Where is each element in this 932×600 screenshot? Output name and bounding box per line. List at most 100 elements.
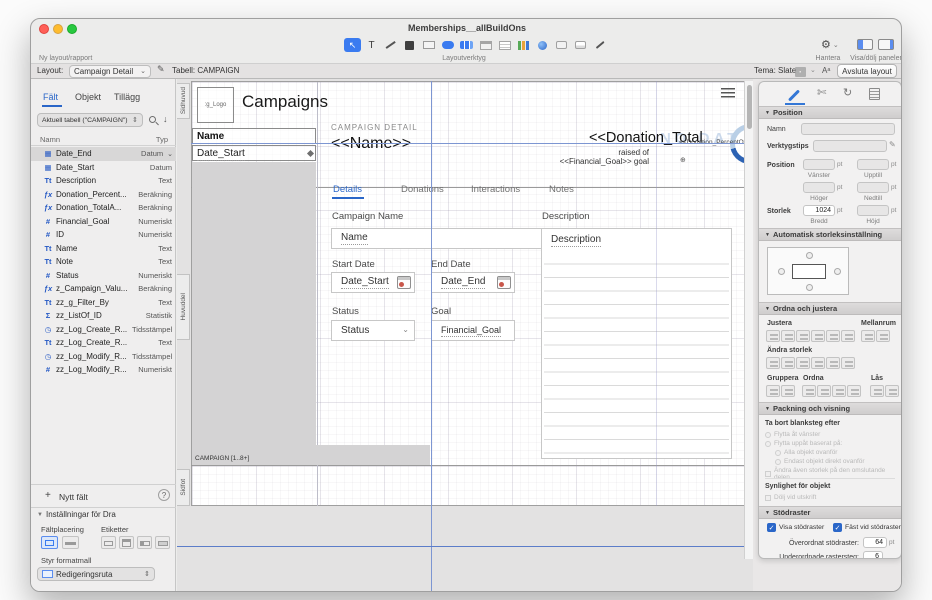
vertical-guide[interactable] [431, 81, 432, 592]
selection-tool[interactable]: ↖ [344, 38, 361, 52]
status-dropdown-field[interactable]: Status ⌄ [331, 320, 415, 341]
field-row[interactable]: ƒxDonation_Percent...Beräkning [31, 188, 176, 202]
label-above-button[interactable] [101, 536, 116, 549]
field-row[interactable]: #StatusNumeriskt [31, 269, 176, 283]
portal-tool[interactable] [496, 38, 513, 52]
field-row[interactable]: Σzz_ListOf_IDStatistik [31, 309, 176, 323]
field-row[interactable]: ▦Date_StartDatum [31, 161, 176, 175]
field-row[interactable]: ◷zz_Log_Modify_R...Tidsstämpel [31, 350, 176, 364]
field-row[interactable]: #zz_Log_Modify_R...Numeriskt [31, 363, 176, 377]
inspector-tab-data[interactable]: ↻ [843, 86, 852, 99]
field-row[interactable]: Ttzz_Log_Create_R...Text [31, 336, 176, 350]
campaign-name-label[interactable]: Campaign Name [332, 211, 403, 222]
tab-addons[interactable]: Tillägg [114, 92, 140, 102]
field-row[interactable]: Ttzz_g_Filter_ByText [31, 296, 176, 310]
calendar-picker-icon[interactable] [397, 276, 411, 289]
resize-button[interactable] [796, 357, 810, 369]
popover-tool[interactable] [553, 38, 570, 52]
table-occurrence-selector[interactable]: Aktuell tabell ("CAMPAIGN") ⇕ [37, 113, 143, 127]
minor-grid-input[interactable]: 6 [863, 551, 883, 559]
tab-fields[interactable]: Fält [43, 92, 58, 102]
inspector-tab-position[interactable] [787, 88, 803, 102]
pencil-icon[interactable]: ✎ [889, 140, 896, 149]
end-date-field[interactable]: Date_End [431, 272, 515, 293]
anchor-top-toggle[interactable] [806, 252, 813, 259]
end-date-label[interactable]: End Date [431, 259, 471, 270]
field-row[interactable]: TtNameText [31, 242, 176, 256]
unlock-button[interactable] [885, 385, 899, 397]
field-row[interactable]: ▦Date_EndDatum⌄ [31, 147, 176, 161]
raised-of-goal-text[interactable]: raised of <<Financial_Goal>> goal [549, 148, 649, 166]
major-grid-input[interactable]: 64 [863, 537, 887, 548]
detail-eyebrow-text[interactable]: CAMPAIGN DETAIL [331, 123, 418, 132]
resize-anchor[interactable] [307, 150, 314, 157]
position-bottom-input[interactable] [857, 182, 889, 193]
order-button[interactable] [847, 385, 861, 397]
position-left-input[interactable] [803, 159, 835, 170]
layout-canvas[interactable]: Sidhuvud Huvuddel Sidfot :g_Logo Campaig… [177, 79, 753, 592]
width-input[interactable]: 1024 [803, 205, 835, 216]
body-part-boundary[interactable] [191, 465, 746, 466]
sliding-option[interactable]: Flytta åt vänster [765, 431, 820, 438]
tab-objects[interactable]: Objekt [75, 92, 101, 102]
align-button[interactable] [781, 330, 795, 342]
campaigns-title-text[interactable]: Campaigns [242, 92, 328, 112]
field-tool[interactable] [420, 38, 437, 52]
anchor-right-toggle[interactable] [834, 268, 841, 275]
resize-button[interactable] [826, 357, 840, 369]
show-grid-checkbox[interactable]: ✓Visa stödraster [767, 523, 824, 532]
section-sliding-header[interactable]: ▼Packning och visning [759, 402, 901, 415]
tab-notes[interactable]: Notes [549, 184, 574, 195]
lock-button[interactable] [870, 385, 884, 397]
description-label[interactable]: Description [542, 211, 590, 222]
part-tab-footer[interactable]: Sidfot [177, 469, 190, 506]
field-row[interactable]: ◷zz_Log_Create_R...Tidsstämpel [31, 323, 176, 337]
line-tool[interactable] [382, 38, 399, 52]
section-position-header[interactable]: ▼Position [759, 106, 901, 119]
plus-icon[interactable]: + [45, 490, 51, 501]
resize-button[interactable] [841, 357, 855, 369]
position-right-input[interactable] [803, 182, 835, 193]
goal-label[interactable]: Goal [431, 306, 451, 317]
sliding-option[interactable]: Endast objekt direkt ovanför [775, 458, 865, 465]
toggle-left-panel-button[interactable] [857, 39, 873, 50]
description-field[interactable]: Description [541, 228, 732, 459]
toggle-right-panel-button[interactable] [878, 39, 894, 50]
button-tool[interactable] [439, 38, 456, 52]
field-row[interactable]: TtDescriptionText [31, 174, 176, 188]
section-autosize-header[interactable]: ▼Automatisk storleksinställning [759, 228, 901, 241]
tooltip-input[interactable] [813, 140, 887, 152]
vertical-scrollbar[interactable] [744, 81, 753, 559]
horizontal-guide-bottom[interactable] [177, 546, 753, 547]
group-button[interactable] [766, 385, 780, 397]
text-tool[interactable]: T [363, 38, 380, 52]
edit-layout-pencil-icon[interactable]: ✎ [157, 65, 165, 75]
format-painter-tool[interactable] [591, 38, 608, 52]
button-bar-tool[interactable] [458, 38, 475, 52]
style-selector[interactable]: Redigeringsruta ⇕ [37, 567, 155, 581]
exit-layout-button[interactable]: Avsluta layout [837, 64, 897, 78]
theme-grid-icon[interactable] [795, 67, 806, 77]
tab-details[interactable]: Details [333, 184, 362, 195]
align-button[interactable] [826, 330, 840, 342]
scrollbar-thumb[interactable] [747, 85, 752, 129]
align-button[interactable] [766, 330, 780, 342]
hamburger-menu-icon[interactable] [721, 88, 735, 98]
ungroup-button[interactable] [781, 385, 795, 397]
new-field-button[interactable]: Nytt fält [59, 492, 88, 502]
field-row[interactable]: #IDNumeriskt [31, 228, 176, 242]
start-date-field[interactable]: Date_Start [331, 272, 415, 293]
status-label[interactable]: Status [332, 306, 359, 317]
inspector-tab-styles[interactable] [869, 88, 880, 100]
portal-body-area[interactable] [192, 162, 316, 445]
sliding-option[interactable]: Flytta uppåt baserat på: [765, 440, 842, 447]
label-left-button[interactable] [137, 536, 152, 549]
part-tab-body[interactable]: Huvuddel [177, 274, 190, 340]
web-viewer-tool[interactable] [534, 38, 551, 52]
shape-tool[interactable] [401, 38, 418, 52]
horizontal-guide[interactable] [191, 143, 746, 144]
position-top-input[interactable] [857, 159, 889, 170]
space-button[interactable] [876, 330, 890, 342]
snap-grid-checkbox[interactable]: ✓Fäst vid stödraster [833, 523, 901, 532]
field-row[interactable]: #Financial_GoalNumeriskt [31, 215, 176, 229]
